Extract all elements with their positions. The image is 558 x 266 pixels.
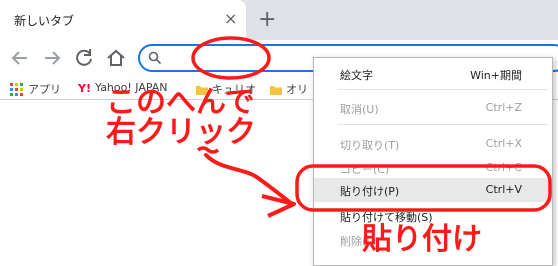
menu-item-copy[interactable]: コピー(C) Ctrl+C bbox=[314, 156, 552, 180]
apps-grid-icon bbox=[10, 83, 23, 96]
yahoo-y-icon: Y! bbox=[78, 81, 91, 95]
menu-item-shortcut: Ctrl+Z bbox=[485, 101, 522, 114]
bookmark-folder-ori[interactable]: オリ bbox=[270, 81, 308, 97]
menu-item-label: コピー(C) bbox=[340, 163, 390, 176]
bookmark-apps[interactable]: アプリ bbox=[10, 81, 61, 97]
squiggle-line bbox=[204, 153, 294, 206]
close-icon[interactable]: × bbox=[224, 10, 237, 28]
menu-separator bbox=[338, 124, 548, 125]
menu-item-label: 取消(U) bbox=[340, 103, 379, 116]
menu-separator bbox=[338, 89, 548, 90]
tab-title: 新しいタブ bbox=[14, 14, 75, 28]
menu-item-label: 絵文字 bbox=[340, 69, 373, 82]
back-arrow-icon[interactable] bbox=[8, 46, 32, 70]
menu-item-emoji[interactable]: 絵文字 Win+期間 bbox=[314, 62, 552, 86]
menu-item-paste[interactable]: 貼り付け(P) Ctrl+V bbox=[314, 178, 552, 202]
menu-item-shortcut: Win+期間 bbox=[470, 69, 522, 82]
forward-arrow-icon[interactable] bbox=[40, 46, 64, 70]
menu-item-shortcut: Ctrl+V bbox=[485, 183, 522, 196]
bookmark-label: オリ bbox=[286, 83, 308, 96]
menu-item-cut[interactable]: 切り取り(T) Ctrl+X bbox=[314, 132, 552, 156]
arrow-head-icon bbox=[261, 194, 296, 218]
annotation-text-paste: 貼り付け bbox=[362, 222, 482, 257]
reload-icon[interactable] bbox=[72, 46, 96, 70]
tab-new-tab[interactable]: 新しいタブ × bbox=[0, 0, 246, 40]
folder-icon bbox=[270, 86, 282, 95]
menu-item-undo[interactable]: 取消(U) Ctrl+Z bbox=[314, 96, 552, 120]
menu-item-shortcut: Ctrl+X bbox=[485, 137, 522, 150]
tab-strip: 新しいタブ × + bbox=[0, 0, 558, 40]
annotation-text-line2: 右クリック bbox=[106, 115, 256, 150]
menu-item-shortcut: Ctrl+C bbox=[485, 161, 522, 174]
new-tab-button[interactable]: + bbox=[258, 8, 276, 32]
menu-item-label: 切り取り(T) bbox=[340, 139, 400, 152]
search-icon bbox=[148, 51, 162, 65]
menu-item-label: 貼り付け(P) bbox=[340, 185, 400, 198]
home-icon[interactable] bbox=[104, 46, 128, 70]
bookmark-label: アプリ bbox=[28, 83, 61, 96]
